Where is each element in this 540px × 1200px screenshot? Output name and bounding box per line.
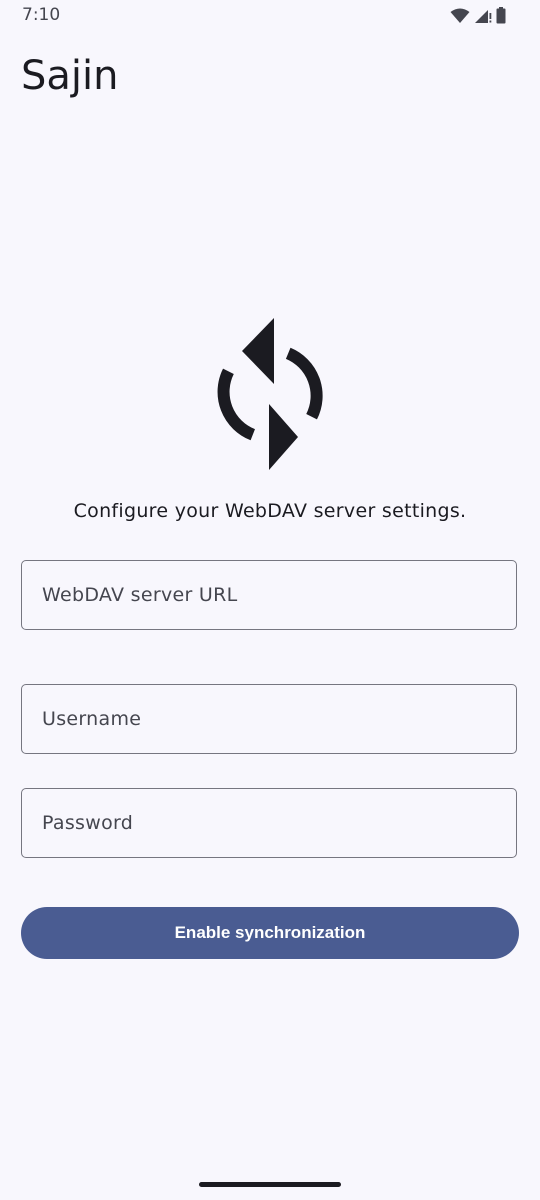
- status-time: 7:10: [22, 5, 61, 25]
- cellular-signal-icon: [475, 9, 492, 23]
- battery-icon: [496, 7, 506, 24]
- status-icons: [450, 7, 506, 24]
- webdav-url-field[interactable]: [21, 560, 517, 630]
- username-field[interactable]: [21, 684, 517, 754]
- password-field[interactable]: [21, 788, 517, 858]
- status-bar: 7:10: [0, 0, 540, 32]
- home-indicator[interactable]: [199, 1182, 341, 1187]
- password-input[interactable]: [22, 789, 516, 857]
- webdav-url-input[interactable]: [22, 561, 516, 629]
- config-description: Configure your WebDAV server settings.: [73, 500, 467, 522]
- app-title: Sajin: [21, 53, 119, 99]
- username-input[interactable]: [22, 685, 516, 753]
- wifi-icon: [450, 8, 470, 23]
- sync-icon: [217, 318, 323, 470]
- enable-sync-button[interactable]: Enable synchronization: [21, 907, 519, 959]
